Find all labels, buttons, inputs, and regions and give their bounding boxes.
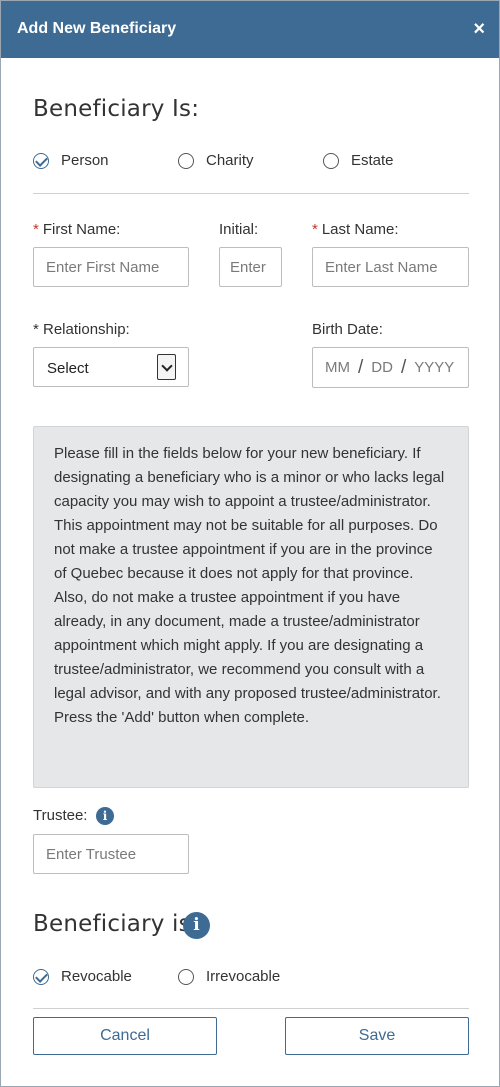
- radio-person[interactable]: Person: [33, 152, 109, 169]
- radio-revocable-label: Revocable: [61, 968, 132, 985]
- radio-estate-label: Estate: [351, 152, 394, 169]
- first-name-input[interactable]: [33, 247, 189, 287]
- radio-irrevocable-label: Irrevocable: [206, 968, 281, 985]
- dialog-title: Add New Beneficiary: [17, 20, 177, 37]
- trustee-label: Trustee:: [33, 807, 88, 824]
- beneficiary-type-title: Beneficiary Is:: [33, 96, 200, 122]
- last-name-input[interactable]: [312, 247, 469, 287]
- required-mark: *: [33, 221, 39, 238]
- divider: [33, 193, 469, 194]
- add-beneficiary-dialog: Add New Beneficiary × Beneficiary Is: Pe…: [0, 0, 500, 1087]
- info-icon[interactable]: i: [96, 807, 114, 825]
- close-icon[interactable]: ×: [473, 19, 485, 39]
- radio-person-label: Person: [61, 152, 109, 169]
- initial-input[interactable]: [219, 247, 282, 287]
- radio-circle-icon: [323, 152, 339, 169]
- dialog-header: Add New Beneficiary ×: [1, 1, 499, 58]
- radio-circle-icon: [178, 968, 194, 985]
- birth-month-field[interactable]: MM: [325, 359, 350, 376]
- radio-charity[interactable]: Charity: [178, 152, 254, 169]
- cancel-button[interactable]: Cancel: [33, 1017, 217, 1055]
- birth-day-field[interactable]: DD: [371, 359, 393, 376]
- info-icon[interactable]: i: [183, 912, 210, 939]
- relationship-select-value: Select: [47, 360, 89, 377]
- initial-label: Initial:: [219, 221, 259, 238]
- birth-date-input[interactable]: MM / DD / YYYY: [312, 347, 469, 388]
- radio-charity-label: Charity: [206, 152, 254, 169]
- birth-date-label: Birth Date:: [312, 321, 383, 338]
- chevron-down-icon: [157, 354, 176, 380]
- info-text: Please fill in the fields below for your…: [54, 445, 445, 726]
- relationship-label: * Relationship:: [33, 321, 130, 338]
- checkmark-icon: [33, 152, 49, 169]
- relationship-select[interactable]: Select: [33, 347, 189, 387]
- date-separator: /: [400, 356, 407, 378]
- date-separator: /: [358, 356, 364, 378]
- radio-revocable[interactable]: Revocable: [33, 968, 132, 985]
- revocability-title: Beneficiary is:: [33, 911, 199, 937]
- radio-estate[interactable]: Estate: [323, 152, 394, 169]
- birth-year-field[interactable]: YYYY: [414, 359, 454, 376]
- first-name-label: * First Name:: [33, 221, 121, 238]
- save-button[interactable]: Save: [285, 1017, 469, 1055]
- radio-circle-icon: [178, 152, 194, 169]
- last-name-label: * Last Name:: [312, 221, 399, 238]
- radio-irrevocable[interactable]: Irrevocable: [178, 968, 280, 985]
- info-panel: Please fill in the fields below for your…: [33, 426, 469, 788]
- checkmark-icon: [33, 968, 49, 985]
- divider: [33, 1008, 469, 1009]
- trustee-input[interactable]: [33, 834, 189, 874]
- required-mark: *: [312, 221, 318, 238]
